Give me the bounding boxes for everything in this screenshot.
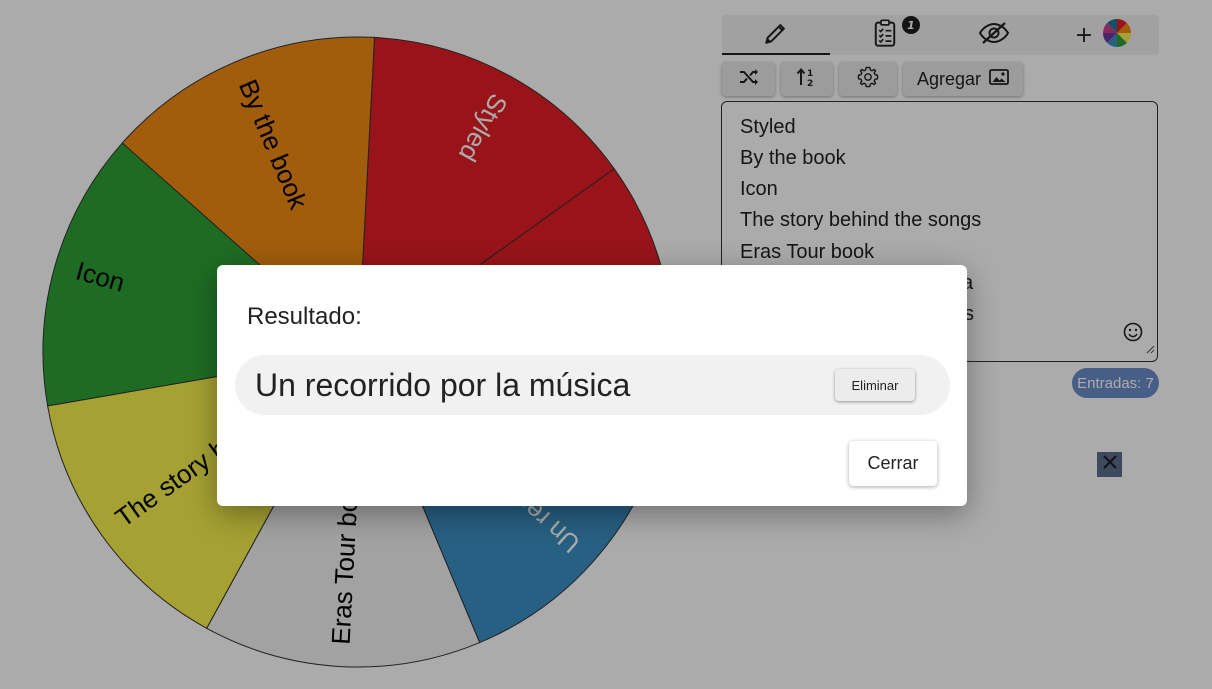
remove-button[interactable]: Eliminar — [835, 369, 915, 401]
dialog-title: Resultado: — [247, 303, 362, 330]
result-row: Un recorrido por la música Eliminar — [235, 355, 950, 415]
result-text: Un recorrido por la música — [255, 367, 631, 403]
result-dialog: Resultado: Un recorrido por la música El… — [217, 265, 967, 506]
close-dialog-button[interactable]: Cerrar — [849, 441, 937, 486]
